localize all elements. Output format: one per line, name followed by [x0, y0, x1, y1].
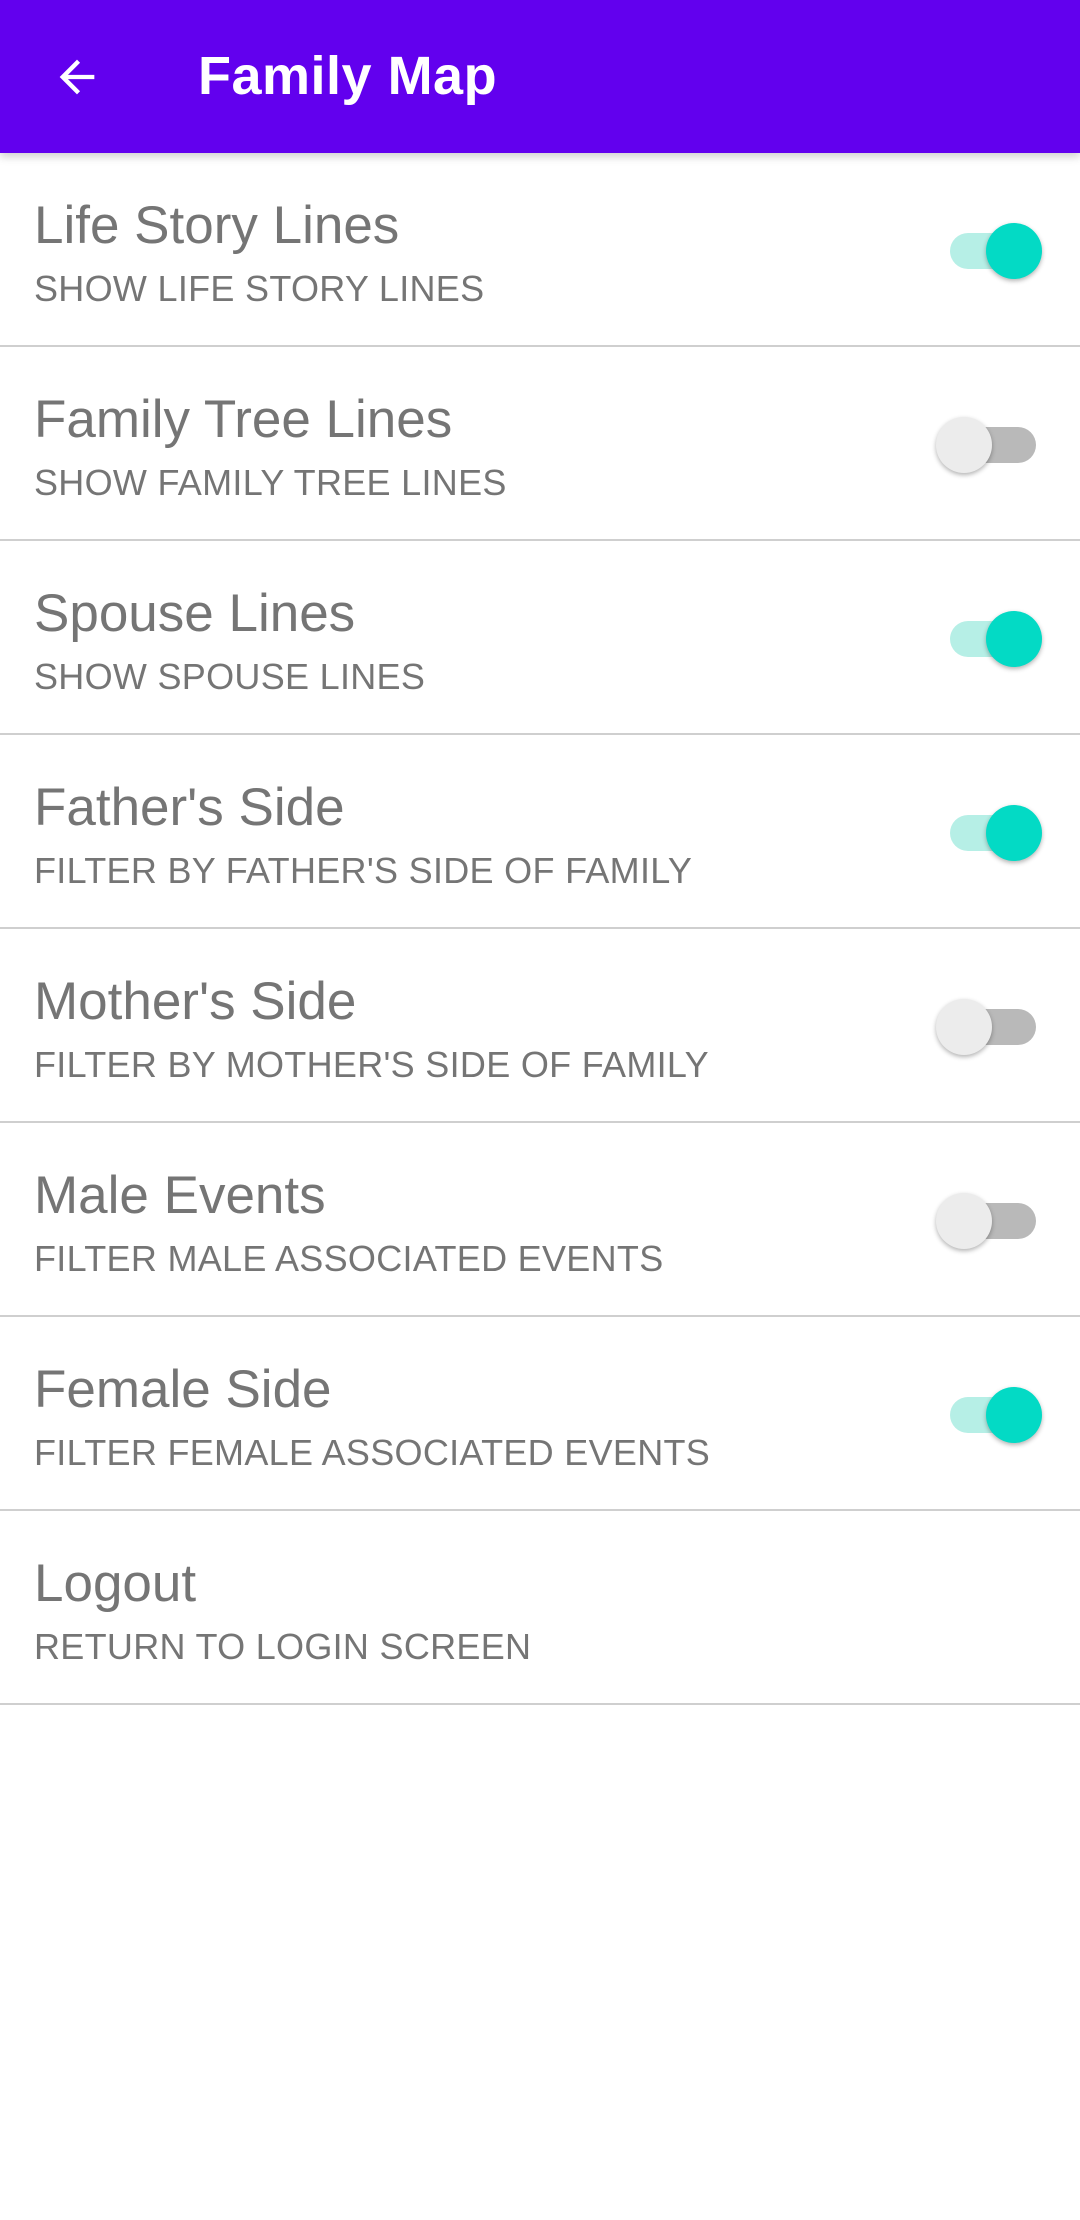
setting-title: Mother's Side [34, 972, 357, 1031]
setting-life-story-lines[interactable]: Life Story Lines SHOW LIFE STORY LINES [0, 153, 1080, 347]
page-title: Family Map [198, 46, 498, 106]
setting-subtitle: SHOW SPOUSE LINES [34, 656, 426, 697]
setting-subtitle: FILTER MALE ASSOCIATED EVENTS [34, 1238, 664, 1279]
switch-thumb [986, 1387, 1042, 1443]
settings-list: Life Story Lines SHOW LIFE STORY LINES F… [0, 153, 1080, 1705]
setting-title: Spouse Lines [34, 584, 356, 643]
switch-thumb [986, 805, 1042, 861]
mothers-side-switch[interactable] [934, 997, 1044, 1057]
setting-male-events[interactable]: Male Events FILTER MALE ASSOCIATED EVENT… [0, 1123, 1080, 1317]
spouse-lines-switch[interactable] [934, 609, 1044, 669]
logout-button[interactable]: Logout RETURN TO LOGIN SCREEN [0, 1511, 1080, 1705]
life-story-lines-switch[interactable] [934, 221, 1044, 281]
setting-mothers-side[interactable]: Mother's Side FILTER BY MOTHER'S SIDE OF… [0, 929, 1080, 1123]
setting-title: Father's Side [34, 778, 345, 837]
female-side-switch[interactable] [934, 1385, 1044, 1445]
setting-title: Male Events [34, 1166, 326, 1225]
family-tree-lines-switch[interactable] [934, 415, 1044, 475]
arrow-back-icon [59, 59, 95, 95]
setting-subtitle: SHOW FAMILY TREE LINES [34, 462, 507, 503]
setting-title: Family Tree Lines [34, 390, 453, 449]
switch-thumb [936, 1193, 992, 1249]
app-bar: Family Map [0, 0, 1080, 153]
switch-thumb [936, 999, 992, 1055]
switch-thumb [936, 417, 992, 473]
fathers-side-switch[interactable] [934, 803, 1044, 863]
setting-female-side[interactable]: Female Side FILTER FEMALE ASSOCIATED EVE… [0, 1317, 1080, 1511]
setting-title: Life Story Lines [34, 196, 400, 255]
setting-title: Logout [34, 1554, 197, 1613]
setting-subtitle: SHOW LIFE STORY LINES [34, 268, 485, 309]
setting-fathers-side[interactable]: Father's Side FILTER BY FATHER'S SIDE OF… [0, 735, 1080, 929]
setting-spouse-lines[interactable]: Spouse Lines SHOW SPOUSE LINES [0, 541, 1080, 735]
switch-thumb [986, 223, 1042, 279]
setting-subtitle: FILTER BY MOTHER'S SIDE OF FAMILY [34, 1044, 709, 1085]
back-button[interactable] [40, 40, 114, 114]
setting-subtitle: FILTER FEMALE ASSOCIATED EVENTS [34, 1432, 711, 1473]
setting-title: Female Side [34, 1360, 332, 1419]
setting-family-tree-lines[interactable]: Family Tree Lines SHOW FAMILY TREE LINES [0, 347, 1080, 541]
switch-thumb [986, 611, 1042, 667]
male-events-switch[interactable] [934, 1191, 1044, 1251]
setting-subtitle: FILTER BY FATHER'S SIDE OF FAMILY [34, 850, 693, 891]
setting-subtitle: RETURN TO LOGIN SCREEN [34, 1626, 532, 1667]
